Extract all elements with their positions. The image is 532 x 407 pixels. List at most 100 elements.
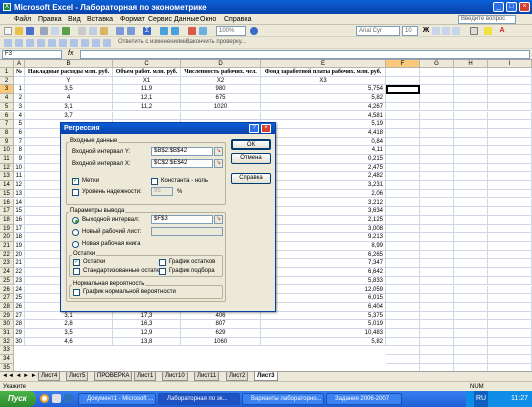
table-cell[interactable]: 16,3 (113, 320, 181, 329)
table-cell[interactable]: 13,8 (113, 337, 181, 347)
cell[interactable] (454, 163, 488, 173)
table-cell[interactable]: 21 (14, 259, 25, 269)
table-cell[interactable]: 3 (14, 102, 25, 112)
row-header[interactable]: 17 (0, 207, 14, 216)
menu-tools[interactable]: Сервис (146, 14, 174, 25)
table-cell[interactable]: 1020 (181, 102, 261, 112)
var-cell[interactable]: X1 (113, 76, 181, 86)
cell[interactable] (14, 76, 25, 86)
cell[interactable] (420, 146, 454, 155)
cell[interactable] (488, 276, 532, 286)
table-cell[interactable]: 6,642 (261, 268, 386, 277)
cell[interactable] (386, 76, 420, 86)
review-icon-4[interactable] (37, 39, 45, 47)
table-cell[interactable]: 12,059 (261, 285, 386, 295)
print-icon[interactable] (40, 27, 48, 35)
table-cell[interactable]: 5,82 (261, 337, 386, 347)
cell[interactable] (386, 198, 420, 208)
cell[interactable] (386, 302, 420, 312)
sort-asc-icon[interactable] (160, 27, 168, 35)
header-cell[interactable]: № (14, 68, 25, 77)
cell[interactable] (420, 215, 454, 225)
table-cell[interactable]: 24 (14, 285, 25, 295)
table-cell[interactable]: 6 (14, 128, 25, 138)
sheet-tab[interactable]: Лист2 (226, 372, 249, 381)
menu-data[interactable]: Данные (172, 14, 201, 25)
table-cell[interactable]: 14 (14, 198, 25, 208)
cell[interactable] (488, 233, 532, 242)
table-cell[interactable]: 5,375 (261, 311, 386, 321)
align-center-icon[interactable] (442, 27, 450, 35)
cell[interactable] (454, 346, 488, 356)
table-cell[interactable]: 9 (14, 155, 25, 164)
cell[interactable] (488, 172, 532, 182)
cell[interactable] (420, 76, 454, 86)
cell[interactable] (420, 189, 454, 199)
cell[interactable] (488, 268, 532, 277)
table-cell[interactable]: 11 (14, 172, 25, 182)
dialog-close-icon[interactable]: × (261, 124, 271, 133)
cell[interactable] (386, 355, 420, 364)
table-cell[interactable]: 10 (14, 163, 25, 173)
cell[interactable] (420, 311, 454, 321)
table-cell[interactable]: 5,833 (261, 276, 386, 286)
cell[interactable] (488, 346, 532, 356)
cell[interactable] (454, 137, 488, 147)
name-box[interactable]: F3 (2, 50, 62, 59)
table-cell[interactable]: 22 (14, 268, 25, 277)
size-combo[interactable]: 10 (402, 26, 418, 36)
table-cell[interactable]: 7 (14, 137, 25, 147)
row-header[interactable]: 24 (0, 268, 14, 277)
cell[interactable] (386, 329, 420, 338)
dialog-help-icon[interactable]: ? (249, 124, 259, 133)
column-header-d[interactable]: D (181, 60, 261, 68)
cell[interactable] (386, 189, 420, 199)
cell[interactable] (454, 181, 488, 190)
cell[interactable] (454, 85, 488, 95)
active-cell[interactable] (386, 85, 420, 95)
desktop-icon[interactable] (64, 394, 73, 403)
cell[interactable] (420, 259, 454, 269)
menu-insert[interactable]: Вставка (85, 14, 115, 25)
undo-icon[interactable] (116, 27, 124, 35)
cell[interactable] (488, 94, 532, 103)
sheet-tab[interactable]: Лист3 (254, 372, 278, 381)
cell[interactable] (454, 189, 488, 199)
redo-icon[interactable] (127, 27, 135, 35)
cell[interactable] (420, 120, 454, 129)
cell[interactable] (488, 329, 532, 338)
column-header-b[interactable]: B (25, 60, 113, 68)
header-cell[interactable]: Фонд заработной платы рабочих. млн. руб. (261, 68, 386, 77)
cell[interactable] (386, 320, 420, 329)
x-range-collapse-icon[interactable]: ↘ (214, 159, 223, 168)
row-header[interactable]: 11 (0, 155, 14, 164)
table-cell[interactable]: 4,581 (261, 111, 386, 121)
table-cell[interactable]: 4,11 (261, 146, 386, 155)
table-cell[interactable]: 3,1 (25, 102, 113, 112)
cell[interactable] (454, 128, 488, 138)
cell[interactable] (386, 233, 420, 242)
cell[interactable] (386, 259, 420, 269)
row-header[interactable]: 15 (0, 189, 14, 199)
cell[interactable] (488, 85, 532, 95)
table-cell[interactable]: 5,19 (261, 120, 386, 129)
cell[interactable] (386, 111, 420, 121)
cell[interactable] (386, 363, 420, 371)
cell[interactable] (386, 120, 420, 129)
table-cell[interactable]: 5,754 (261, 85, 386, 95)
cell[interactable] (386, 337, 420, 347)
open-icon[interactable] (15, 27, 23, 35)
sort-desc-icon[interactable] (171, 27, 179, 35)
row-header[interactable]: 19 (0, 224, 14, 234)
new-sheet-radio[interactable] (72, 229, 79, 236)
cell[interactable] (488, 302, 532, 312)
table-cell[interactable]: 27 (14, 311, 25, 321)
header-cell[interactable]: Объем работ. млн. руб. (113, 68, 181, 77)
end-review-button[interactable]: Закончить проверку... (186, 39, 246, 45)
copy-icon[interactable] (89, 27, 97, 35)
row-header[interactable]: 14 (0, 181, 14, 190)
cell[interactable] (454, 207, 488, 216)
cell[interactable] (386, 172, 420, 182)
formula-input[interactable] (80, 50, 530, 59)
row-header[interactable]: 9 (0, 137, 14, 147)
